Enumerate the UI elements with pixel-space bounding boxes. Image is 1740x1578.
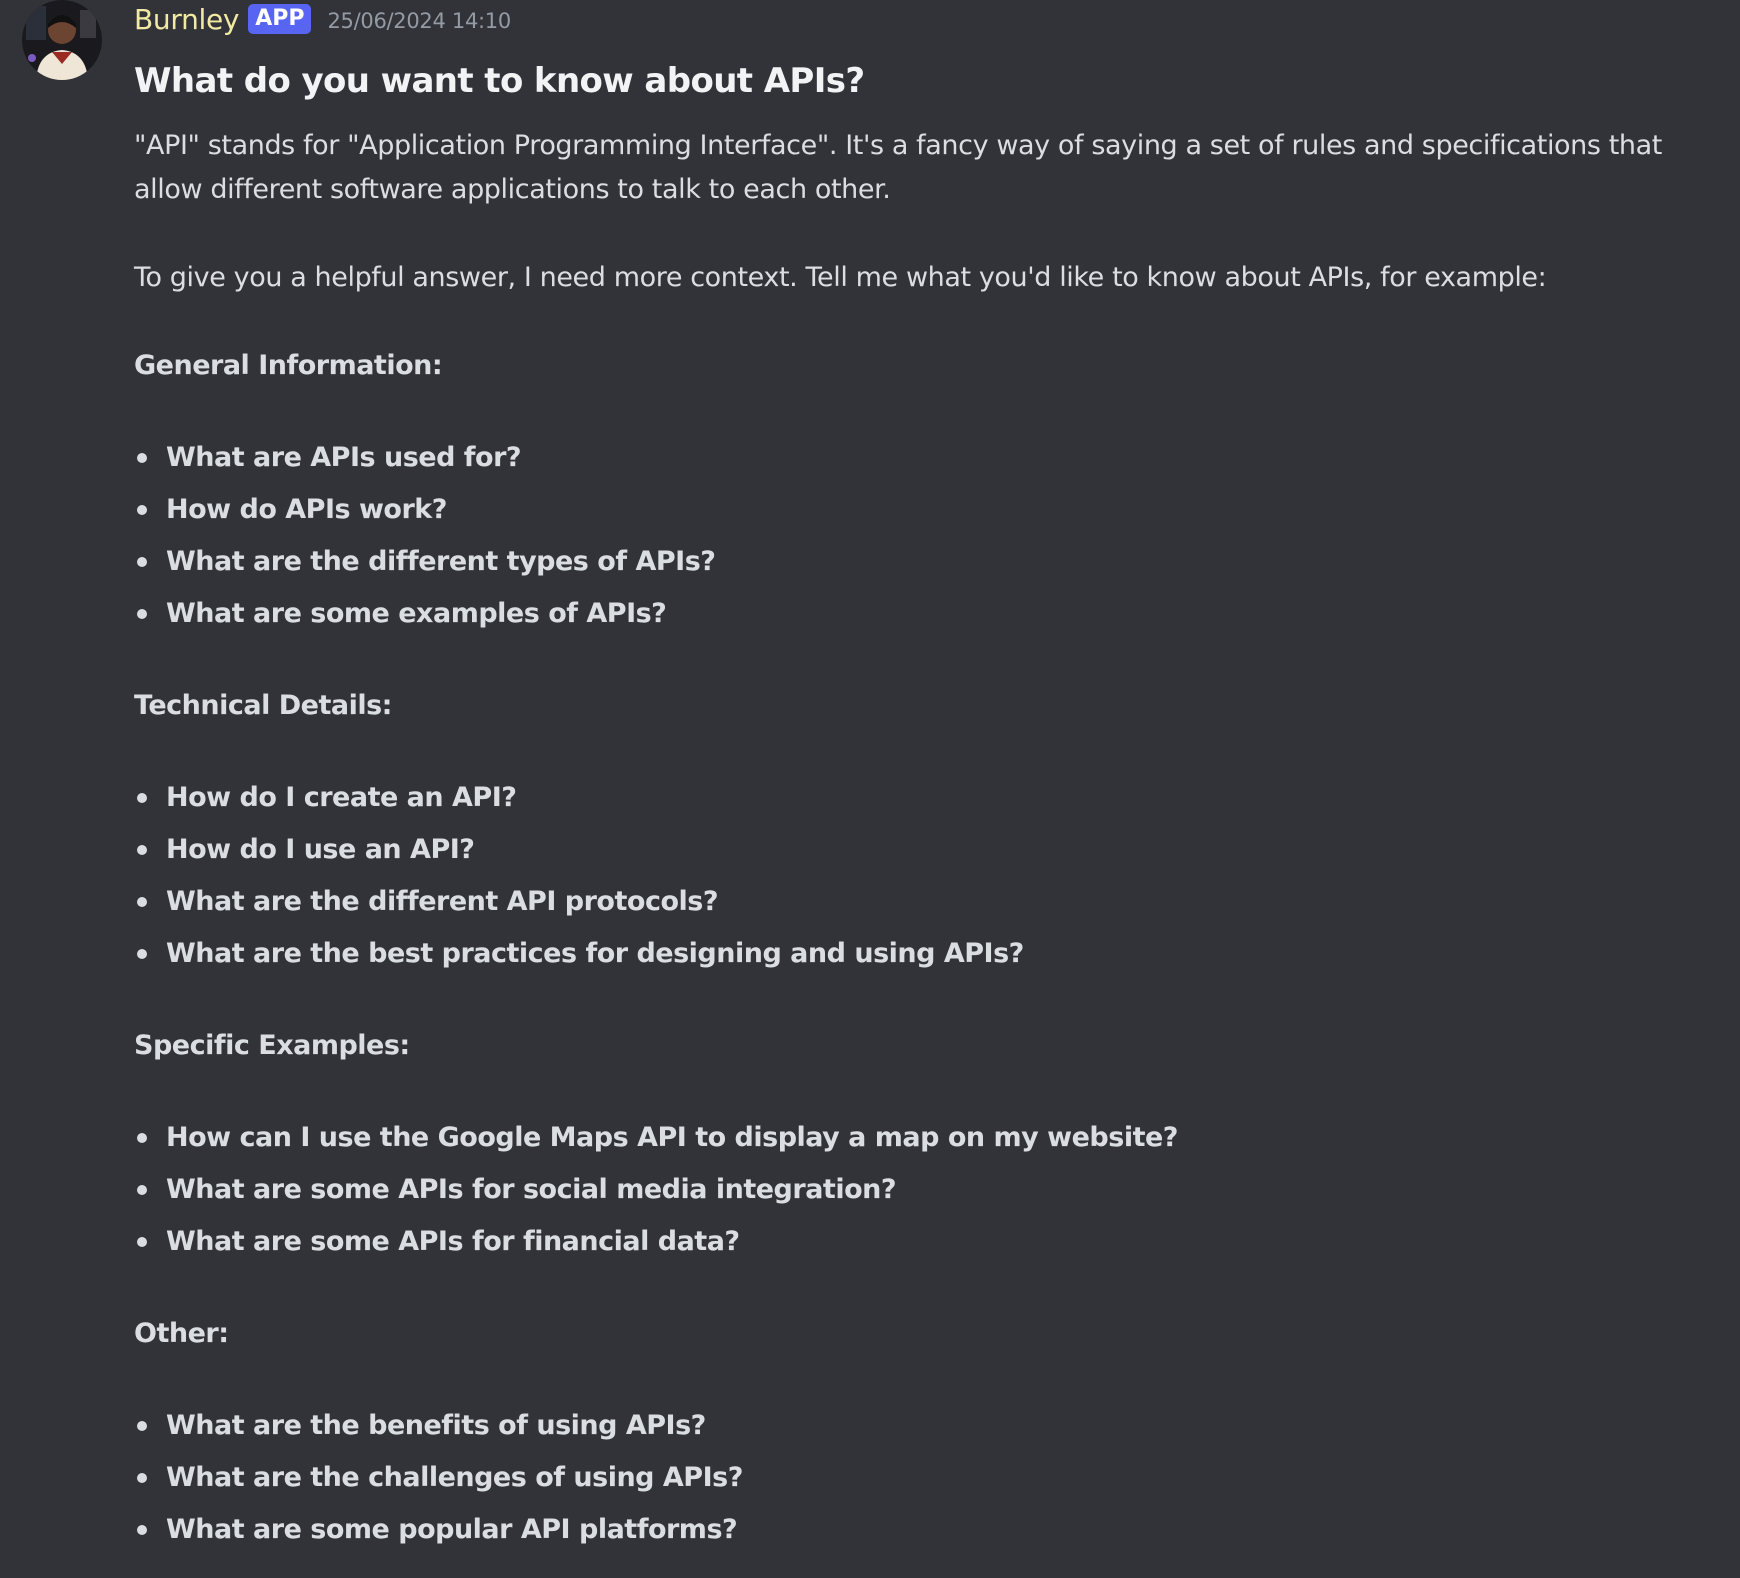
bullet-icon (137, 453, 147, 463)
section-heading-other: Other: (134, 1318, 229, 1349)
author-name[interactable]: Burnley (134, 3, 240, 36)
bullet-icon (137, 793, 147, 803)
section-heading-specific: Specific Examples: (134, 1030, 410, 1061)
technical-list: How do I create an API? How do I use an … (134, 772, 1730, 980)
bullet-icon (137, 1185, 147, 1195)
bullet-icon (137, 505, 147, 515)
specific-list: How can I use the Google Maps API to dis… (134, 1112, 1730, 1268)
list-item: What are the different types of APIs? (134, 536, 1730, 588)
bullet-icon (137, 845, 147, 855)
list-item: What are APIs used for? (134, 432, 1730, 484)
list-item: What are the challenges of using APIs? (134, 1452, 1730, 1504)
list-item: What are some examples of APIs? (134, 588, 1730, 640)
list-item: How do I create an API? (134, 772, 1730, 824)
message-title: What do you want to know about APIs? (134, 61, 865, 101)
avatar-image (22, 0, 102, 80)
bullet-icon (137, 949, 147, 959)
app-badge: APP (248, 4, 312, 34)
list-item: What are some APIs for social media inte… (134, 1164, 1730, 1216)
general-list: What are APIs used for? How do APIs work… (134, 432, 1730, 640)
list-item: What are some APIs for financial data? (134, 1216, 1730, 1268)
section-heading-general: General Information: (134, 350, 443, 381)
bullet-icon (137, 1473, 147, 1483)
other-list: What are the benefits of using APIs? Wha… (134, 1400, 1730, 1556)
intro-paragraph: "API" stands for "Application Programmin… (134, 130, 1662, 205)
list-item: What are the best practices for designin… (134, 928, 1730, 980)
section-heading-technical: Technical Details: (134, 690, 392, 721)
list-item: What are some popular API platforms? (134, 1504, 1730, 1556)
message-timestamp[interactable]: 25/06/2024 14:10 (327, 9, 511, 33)
bullet-icon (137, 1525, 147, 1535)
avatar[interactable] (22, 0, 102, 80)
list-item: What are the benefits of using APIs? (134, 1400, 1730, 1452)
bullet-icon (137, 609, 147, 619)
bullet-icon (137, 557, 147, 567)
list-item: What are the different API protocols? (134, 876, 1730, 928)
list-item: How can I use the Google Maps API to dis… (134, 1112, 1730, 1164)
bullet-icon (137, 1133, 147, 1143)
message-header: Burnley APP 25/06/2024 14:10 (134, 0, 1730, 38)
bullet-icon (137, 897, 147, 907)
list-item: How do APIs work? (134, 484, 1730, 536)
list-item: How do I use an API? (134, 824, 1730, 876)
bullet-icon (137, 1421, 147, 1431)
bullet-icon (137, 1237, 147, 1247)
message: Burnley APP 25/06/2024 14:10 What do you… (134, 0, 1730, 1556)
context-paragraph: To give you a helpful answer, I need mor… (134, 262, 1547, 293)
